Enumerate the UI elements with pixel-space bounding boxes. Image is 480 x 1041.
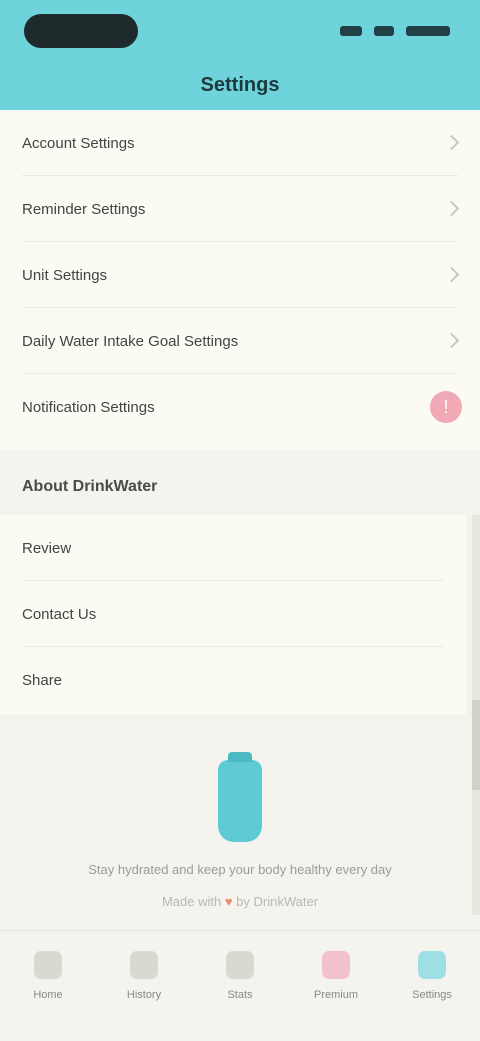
settings-row-label: Notification Settings — [22, 398, 155, 416]
settings-row-label: Unit Settings — [22, 266, 108, 284]
footer-credit-suffix: by DrinkWater — [236, 894, 319, 909]
wifi-icon — [374, 26, 394, 36]
settings-row-label: Daily Water Intake Goal Settings — [22, 332, 239, 350]
about-row-label: Share — [22, 671, 63, 689]
water-bottle-icon — [218, 752, 262, 842]
chevron-right-icon — [446, 266, 456, 282]
battery-icon — [406, 26, 450, 36]
tab-settings[interactable]: Settings — [384, 931, 480, 1041]
tab-label: Settings — [412, 989, 452, 1001]
about-row-label: Contact Us — [22, 605, 97, 623]
tab-label: Premium — [313, 989, 358, 1001]
tab-premium[interactable]: Premium — [288, 931, 384, 1041]
tab-label: History — [126, 989, 162, 1001]
settings-row-notification[interactable]: Notification Settings ! — [0, 374, 480, 440]
footer-credit: Made with ♥ by DrinkWater — [0, 894, 480, 909]
heart-icon: ♥ — [224, 894, 233, 909]
section-title-about: About DrinkWater — [22, 478, 158, 495]
footer-message: Stay hydrated and keep your body healthy… — [88, 862, 392, 877]
page-title: Settings — [200, 74, 280, 96]
settings-row-label: Account Settings — [22, 134, 135, 152]
tab-stats[interactable]: Stats — [192, 931, 288, 1041]
settings-row-label: Reminder Settings — [22, 200, 146, 218]
settings-row-reminder[interactable]: Reminder Settings — [0, 176, 480, 242]
calendar-icon — [130, 951, 158, 979]
about-row-label: Review — [22, 539, 72, 557]
chevron-right-icon — [446, 200, 456, 216]
gear-icon — [418, 951, 446, 979]
app-header: Settings — [0, 0, 480, 110]
chart-icon — [226, 951, 254, 979]
settings-row-unit[interactable]: Unit Settings — [0, 242, 480, 308]
alert-badge-icon: ! — [430, 391, 462, 423]
crown-icon — [322, 951, 350, 979]
about-row-share[interactable]: Share — [0, 647, 466, 713]
tab-history[interactable]: History — [96, 931, 192, 1041]
chevron-right-icon — [446, 134, 456, 150]
footer-credit-prefix: Made with — [161, 894, 222, 909]
settings-row-goal[interactable]: Daily Water Intake Goal Settings — [0, 308, 480, 374]
status-time-pill — [24, 14, 138, 48]
about-list: Review Contact Us Share — [0, 515, 466, 715]
about-row-contact[interactable]: Contact Us — [0, 581, 466, 647]
settings-list: Account Settings Reminder Settings Unit … — [0, 110, 480, 450]
bottom-tab-bar: Home History Stats Premium Settings — [0, 930, 480, 1041]
scrollbar-thumb[interactable] — [472, 700, 480, 790]
status-icons — [340, 24, 450, 38]
settings-row-account[interactable]: Account Settings — [0, 110, 480, 176]
home-icon — [34, 951, 62, 979]
tab-label: Home — [33, 989, 63, 1001]
signal-icon — [340, 26, 362, 36]
about-row-review[interactable]: Review — [0, 515, 466, 581]
tab-home[interactable]: Home — [0, 931, 96, 1041]
tab-label: Stats — [227, 989, 253, 1001]
chevron-right-icon — [446, 332, 456, 348]
